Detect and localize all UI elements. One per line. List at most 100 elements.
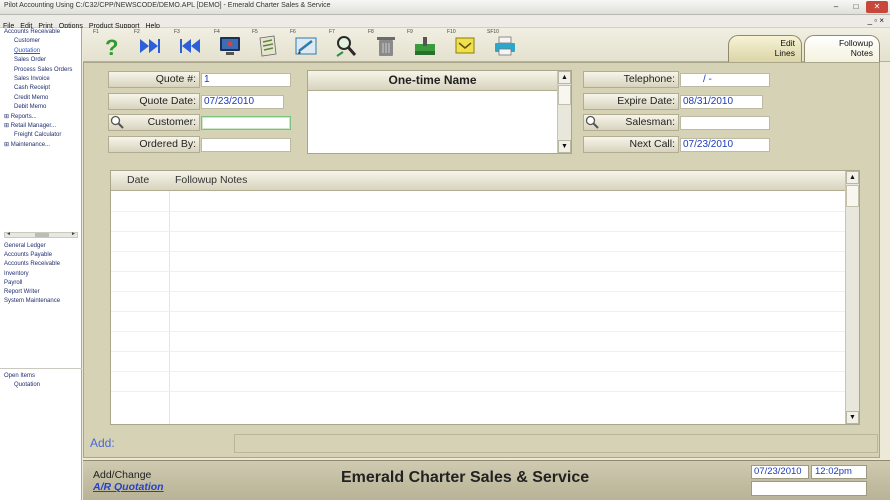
navigation-panel: Accounts Receivable Customer Quotation S… [0, 28, 82, 500]
tree-item-retail-manager[interactable]: ⊞ Retail Manager... [0, 122, 82, 131]
attach-document-button[interactable] [255, 33, 281, 59]
quote-date-field[interactable]: 07/23/2010 [201, 95, 284, 109]
edit-icon [295, 37, 317, 55]
add-mode-label: Add: [90, 436, 115, 450]
view-screen-button[interactable] [217, 33, 243, 59]
tab-label-line2: Notes [850, 48, 873, 58]
salesman-field[interactable] [680, 116, 770, 130]
ordered-by-field[interactable] [201, 138, 291, 152]
one-time-name-scrollbar[interactable]: ▲ ▼ [557, 71, 571, 153]
next-record-icon [140, 39, 160, 53]
delete-button[interactable] [373, 33, 399, 59]
scroll-up-icon[interactable]: ▲ [558, 71, 571, 84]
customer-field[interactable] [201, 116, 291, 130]
table-row[interactable] [111, 331, 846, 332]
table-row[interactable] [111, 231, 846, 232]
scrollbar-thumb[interactable] [846, 185, 859, 207]
title-bar: Pilot Accounting Using C:/C32/CPP/NEWSCO… [0, 0, 890, 15]
expire-date-label: Expire Date: [583, 93, 679, 110]
search-button[interactable] [333, 33, 359, 59]
edit-button[interactable] [293, 33, 319, 59]
expire-date-field[interactable]: 08/31/2010 [680, 95, 763, 109]
scroll-up-icon[interactable]: ▲ [846, 171, 859, 184]
table-row[interactable] [111, 391, 846, 392]
tree-item-customer[interactable]: Customer [0, 37, 82, 46]
scroll-down-icon[interactable]: ▼ [846, 411, 859, 424]
mdi-window-controls[interactable]: _ ▫ × [868, 16, 884, 25]
module-report-writer[interactable]: Report Writer [4, 288, 80, 297]
tree-item-reports[interactable]: ⊞ Reports... [0, 113, 82, 122]
application-window: Pilot Accounting Using C:/C32/CPP/NEWSCO… [0, 0, 890, 500]
scroll-right-icon[interactable]: ► [71, 231, 76, 237]
quote-number-label: Quote #: [108, 71, 200, 88]
telephone-field[interactable]: / - [680, 73, 770, 87]
followup-notes-grid[interactable]: Date Followup Notes ▲ ▼ [110, 170, 860, 425]
module-general-ledger[interactable]: General Ledger [4, 242, 80, 251]
email-button[interactable] [452, 33, 478, 59]
open-item-quotation[interactable]: Quotation [0, 381, 82, 390]
tree-item-quotation[interactable]: Quotation [0, 47, 82, 56]
quote-date-label: Quote Date: [108, 93, 200, 110]
scroll-down-icon[interactable]: ▼ [558, 140, 571, 153]
tab-label-line1: Followup [838, 38, 873, 48]
previous-record-button[interactable] [177, 33, 203, 59]
grid-header: Date Followup Notes [111, 171, 846, 191]
help-button[interactable]: ? [99, 33, 125, 59]
table-row[interactable] [111, 271, 846, 272]
save-button[interactable] [412, 33, 438, 59]
module-accounts-payable[interactable]: Accounts Payable [4, 251, 80, 260]
module-payroll[interactable]: Payroll [4, 279, 80, 288]
status-message-box [751, 481, 867, 496]
one-time-name-text[interactable] [308, 91, 571, 95]
module-inventory[interactable]: Inventory [4, 270, 80, 279]
mode-label: Add/Change [93, 469, 152, 481]
table-row[interactable] [111, 311, 846, 312]
customer-lookup-icon[interactable] [110, 115, 124, 129]
document-icon [259, 35, 277, 57]
one-time-name-box[interactable]: One-time Name ▲ ▼ [307, 70, 572, 154]
window-title: Pilot Accounting Using C:/C32/CPP/NEWSCO… [4, 2, 331, 9]
next-record-button[interactable] [137, 33, 163, 59]
one-time-name-header: One-time Name [308, 71, 557, 91]
module-system-maintenance[interactable]: System Maintenance [4, 297, 80, 306]
grid-vertical-scrollbar[interactable]: ▲ ▼ [845, 171, 859, 424]
add-input-field[interactable] [234, 434, 878, 453]
column-followup-notes-header[interactable]: Followup Notes [175, 171, 247, 190]
grid-column-divider [169, 191, 170, 424]
column-date-header[interactable]: Date [127, 171, 149, 190]
module-accounts-receivable[interactable]: Accounts Receivable [4, 260, 80, 269]
minimize-button[interactable]: – [826, 1, 846, 13]
tree-item-debit-memo[interactable]: Debit Memo [0, 103, 82, 112]
screen-link[interactable]: A/R Quotation [93, 481, 164, 493]
scroll-left-icon[interactable]: ◄ [6, 231, 11, 237]
tree-item-accounts-receivable[interactable]: Accounts Receivable [0, 28, 82, 37]
maximize-button[interactable]: □ [846, 1, 866, 13]
tab-edit-lines[interactable]: Edit Lines [728, 35, 802, 63]
status-date: 07/23/2010 [751, 465, 809, 479]
tab-followup-notes[interactable]: Followup Notes [804, 35, 880, 63]
navigation-tree: Accounts Receivable Customer Quotation S… [0, 28, 82, 150]
tree-item-maintenance[interactable]: ⊞ Maintenance... [0, 141, 82, 150]
table-row[interactable] [111, 251, 846, 252]
table-row[interactable] [111, 291, 846, 292]
scrollbar-thumb[interactable] [558, 85, 571, 105]
table-row[interactable] [111, 211, 846, 212]
status-time: 12:02pm [811, 465, 867, 479]
next-call-field[interactable]: 07/23/2010 [680, 138, 770, 152]
quote-number-field[interactable]: 1 [201, 73, 291, 87]
table-row[interactable] [111, 371, 846, 372]
save-icon [415, 37, 435, 55]
svg-text:?: ? [105, 35, 118, 58]
tree-item-sales-order[interactable]: Sales Order [0, 56, 82, 65]
tree-item-cash-receipt[interactable]: Cash Receipt [0, 84, 82, 93]
salesman-lookup-icon[interactable] [585, 115, 599, 129]
scrollbar-thumb[interactable] [35, 233, 49, 237]
tree-horizontal-scrollbar[interactable]: ◄ ► [4, 231, 78, 238]
print-button[interactable] [492, 33, 518, 59]
tree-item-sales-invoice[interactable]: Sales Invoice [0, 75, 82, 84]
tree-item-process-sales-orders[interactable]: Process Sales Orders [0, 66, 82, 75]
close-button[interactable]: ✕ [866, 1, 888, 13]
tree-item-credit-memo[interactable]: Credit Memo [0, 94, 82, 103]
tree-item-freight-calculator[interactable]: Freight Calculator [0, 131, 82, 140]
table-row[interactable] [111, 351, 846, 352]
